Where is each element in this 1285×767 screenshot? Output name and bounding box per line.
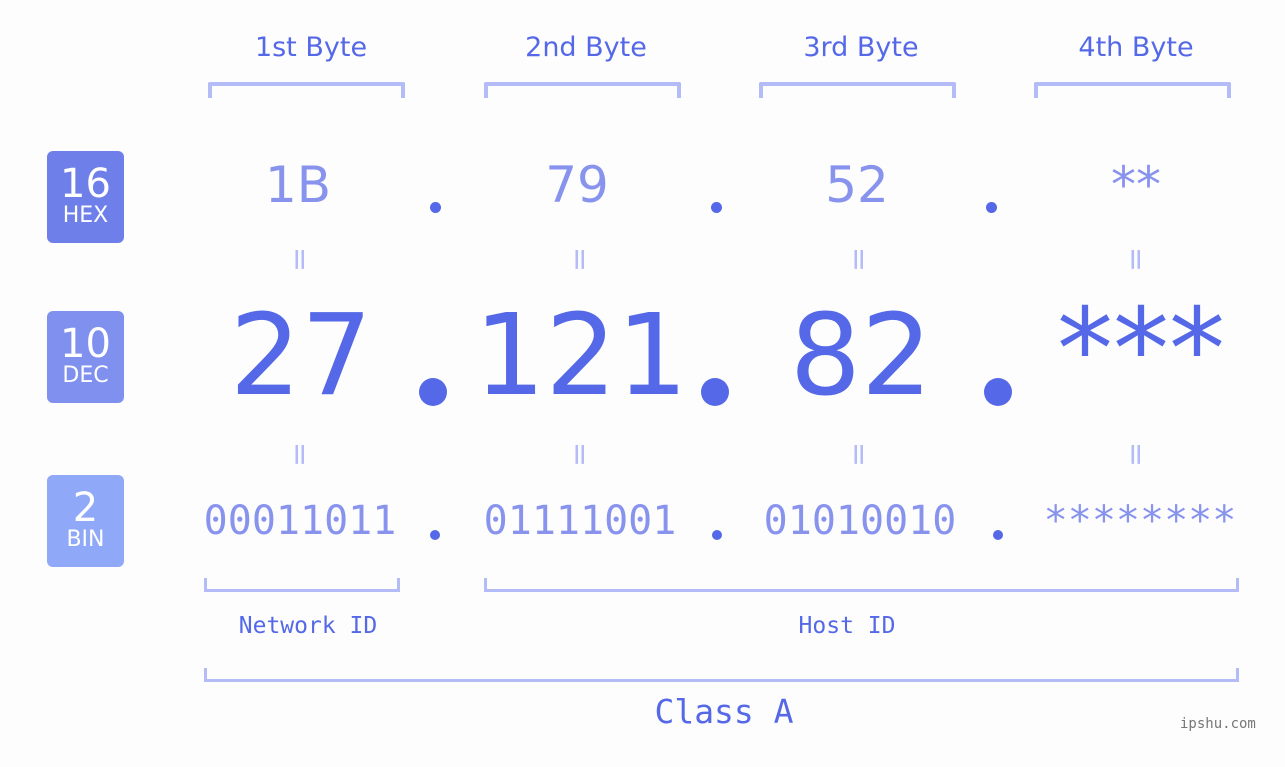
equals-icon: =	[562, 441, 598, 468]
dec-separator-dot	[419, 378, 447, 406]
hex-byte-3: 52	[825, 156, 889, 214]
network-id-label: Network ID	[238, 613, 378, 639]
byte-bracket-3	[759, 82, 956, 98]
dec-separator-dot	[984, 378, 1012, 406]
dec-byte-4: ***	[1057, 285, 1225, 415]
dec-byte-2: 121	[474, 291, 688, 421]
dec-byte-1: 27	[229, 291, 373, 421]
equals-icon: =	[1118, 441, 1154, 468]
byte-header-1: 1st Byte	[254, 32, 368, 63]
byte-bracket-4	[1034, 82, 1231, 98]
hex-separator-dot	[711, 202, 722, 213]
byte-header-2: 2nd Byte	[525, 32, 647, 63]
equals-icon: =	[282, 246, 318, 273]
dec-byte-3: 82	[789, 291, 933, 421]
equals-icon: =	[841, 441, 877, 468]
bin-base-number: 2	[72, 485, 99, 531]
bin-base-label: BIN	[66, 527, 105, 552]
bin-byte-1: 00011011	[203, 498, 397, 544]
bin-byte-3: 01010010	[763, 498, 957, 544]
hex-badge: 16 HEX	[47, 151, 124, 243]
hex-base-number: 16	[60, 161, 111, 207]
hex-separator-dot	[986, 202, 997, 213]
class-bracket	[204, 668, 1239, 682]
bin-byte-4: ********	[1043, 498, 1237, 544]
equals-icon: =	[282, 441, 318, 468]
byte-header-4: 4th Byte	[1078, 32, 1194, 63]
host-id-bracket	[484, 578, 1239, 592]
equals-icon: =	[841, 246, 877, 273]
byte-bracket-1	[208, 82, 405, 98]
hex-base-label: HEX	[62, 203, 109, 228]
equals-icon: =	[562, 246, 598, 273]
bin-separator-dot	[712, 530, 722, 540]
host-id-label: Host ID	[798, 613, 896, 639]
hex-byte-2: 79	[545, 156, 609, 214]
dec-base-label: DEC	[62, 363, 109, 388]
bin-separator-dot	[993, 530, 1003, 540]
equals-icon: =	[1118, 246, 1154, 273]
bin-badge: 2 BIN	[47, 475, 124, 567]
dec-separator-dot	[701, 378, 729, 406]
hex-separator-dot	[430, 202, 441, 213]
dec-badge: 10 DEC	[47, 311, 124, 403]
watermark: ipshu.com	[1180, 716, 1256, 732]
network-id-bracket	[204, 578, 400, 592]
bin-byte-2: 01111001	[483, 498, 677, 544]
byte-header-3: 3rd Byte	[803, 32, 919, 63]
bin-separator-dot	[430, 530, 440, 540]
dec-base-number: 10	[60, 321, 111, 367]
hex-byte-4: **	[1111, 156, 1161, 214]
hex-byte-1: 1B	[264, 156, 332, 214]
byte-bracket-2	[484, 82, 681, 98]
class-label: Class A	[654, 692, 794, 731]
